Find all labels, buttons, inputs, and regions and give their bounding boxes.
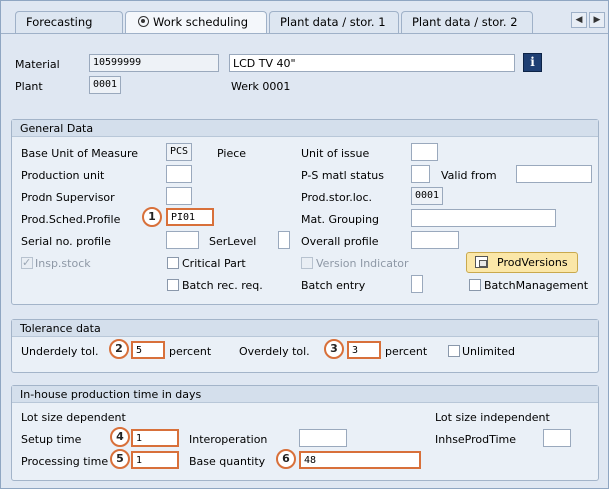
version-indicator-checkbox[interactable] — [301, 257, 313, 269]
tab-next-button[interactable]: ▶ — [589, 12, 605, 28]
tab-forecasting-label: Forecasting — [26, 15, 93, 29]
production-unit-label: Production unit — [21, 169, 105, 182]
callout-badge-4: 4 — [110, 427, 130, 447]
base-uom-label: Base Unit of Measure — [21, 147, 139, 160]
batch-rec-req-checkbox[interactable] — [167, 279, 179, 291]
overall-profile-label: Overall profile — [301, 235, 379, 248]
ser-level-field[interactable] — [278, 231, 290, 249]
overdely-tol-label: Overdely tol. — [239, 345, 310, 358]
material-description-field[interactable]: LCD TV 40" — [229, 54, 515, 72]
mat-grouping-label: Mat. Grouping — [301, 213, 380, 226]
chevron-left-icon: ◀ — [575, 15, 583, 25]
batch-management-checkbox[interactable] — [469, 279, 481, 291]
ps-matl-status-field[interactable] — [411, 165, 430, 183]
overdely-tol-field[interactable]: 3 — [347, 341, 381, 359]
batch-entry-field[interactable] — [411, 275, 423, 293]
prod-versions-button[interactable]: ProdVersions — [466, 252, 578, 273]
lot-size-independent-label: Lot size independent — [435, 411, 550, 424]
critical-part-label: Critical Part — [182, 257, 246, 270]
tab-plant-data-2[interactable]: Plant data / stor. 2 — [401, 11, 533, 33]
prod-sched-profile-label: Prod.Sched.Profile — [21, 213, 121, 226]
base-uom-field[interactable]: PCS — [166, 143, 192, 161]
plant-field[interactable]: 0001 — [89, 76, 121, 94]
tolerance-title: Tolerance data — [12, 320, 598, 337]
versions-icon — [475, 256, 488, 268]
tab-prev-button[interactable]: ◀ — [571, 12, 587, 28]
base-uom-desc: Piece — [217, 147, 247, 160]
callout-badge-5: 5 — [110, 449, 130, 469]
general-data-title: General Data — [12, 120, 598, 137]
underdely-tol-label: Underdely tol. — [21, 345, 99, 358]
callout-badge-2: 2 — [109, 339, 129, 359]
tab-divider — [1, 33, 608, 34]
setup-time-label: Setup time — [21, 433, 82, 446]
ps-matl-status-label: P-S matl status — [301, 169, 384, 182]
plant-description: Werk 0001 — [231, 80, 291, 93]
ser-level-label: SerLevel — [209, 235, 257, 248]
material-label: Material — [15, 58, 60, 71]
plant-label: Plant — [15, 80, 43, 93]
percent-label-1: percent — [169, 345, 212, 358]
serial-no-profile-label: Serial no. profile — [21, 235, 111, 248]
insp-stock-checkbox[interactable] — [21, 256, 33, 269]
prodn-supervisor-label: Prodn Supervisor — [21, 191, 115, 204]
prod-versions-label: ProdVersions — [497, 256, 568, 269]
prodn-supervisor-field[interactable] — [166, 187, 192, 205]
setup-time-field[interactable]: 1 — [131, 429, 179, 447]
unlimited-checkbox[interactable] — [448, 345, 460, 357]
interoperation-label: Interoperation — [189, 433, 268, 446]
callout-badge-3: 3 — [324, 339, 344, 359]
processing-time-field[interactable]: 1 — [131, 451, 179, 469]
mat-grouping-field[interactable] — [411, 209, 556, 227]
inhse-prod-time-label: InhseProdTime — [435, 433, 517, 446]
batch-management-label: BatchManagement — [484, 279, 589, 292]
tab-work-scheduling[interactable]: Work scheduling — [125, 11, 267, 34]
lot-size-dependent-label: Lot size dependent — [21, 411, 126, 424]
critical-part-checkbox[interactable] — [167, 257, 179, 269]
valid-from-label: Valid from — [441, 169, 497, 182]
tab-forecasting[interactable]: Forecasting — [15, 11, 123, 33]
valid-from-field[interactable] — [516, 165, 592, 183]
chevron-right-icon: ▶ — [593, 15, 601, 25]
version-indicator-label: Version Indicator — [316, 257, 409, 270]
callout-badge-6: 6 — [276, 449, 296, 469]
base-quantity-field[interactable]: 48 — [299, 451, 421, 469]
prod-stor-loc-field[interactable]: 0001 — [411, 187, 443, 205]
production-unit-field[interactable] — [166, 165, 192, 183]
info-icon[interactable]: i — [523, 53, 542, 72]
batch-rec-req-label: Batch rec. req. — [182, 279, 263, 292]
tab-work-scheduling-label: Work scheduling — [153, 15, 249, 29]
unit-of-issue-field[interactable] — [411, 143, 438, 161]
prod-sched-profile-field[interactable]: PI01 — [166, 208, 214, 226]
unlimited-label: Unlimited — [462, 345, 515, 358]
inhouse-production-title: In-house production time in days — [12, 386, 598, 403]
base-quantity-label: Base quantity — [189, 455, 266, 468]
serial-no-profile-field[interactable] — [166, 231, 199, 249]
tab-plant-data-2-label: Plant data / stor. 2 — [412, 15, 518, 29]
inhse-prod-time-field[interactable] — [543, 429, 571, 447]
tab-active-icon — [138, 16, 149, 27]
prod-stor-loc-label: Prod.stor.loc. — [301, 191, 373, 204]
callout-badge-1: 1 — [142, 207, 162, 227]
insp-stock-label: Insp.stock — [35, 257, 91, 270]
overall-profile-field[interactable] — [411, 231, 459, 249]
sap-material-screen: Forecasting Work scheduling Plant data /… — [0, 0, 609, 489]
percent-label-2: percent — [385, 345, 428, 358]
tab-plant-data-1-label: Plant data / stor. 1 — [280, 15, 386, 29]
material-field[interactable]: 10599999 — [89, 54, 219, 72]
underdely-tol-field[interactable]: 5 — [131, 341, 165, 359]
interoperation-field[interactable] — [299, 429, 347, 447]
unit-of-issue-label: Unit of issue — [301, 147, 370, 160]
processing-time-label: Processing time — [21, 455, 109, 468]
batch-entry-label: Batch entry — [301, 279, 366, 292]
tab-plant-data-1[interactable]: Plant data / stor. 1 — [269, 11, 399, 33]
